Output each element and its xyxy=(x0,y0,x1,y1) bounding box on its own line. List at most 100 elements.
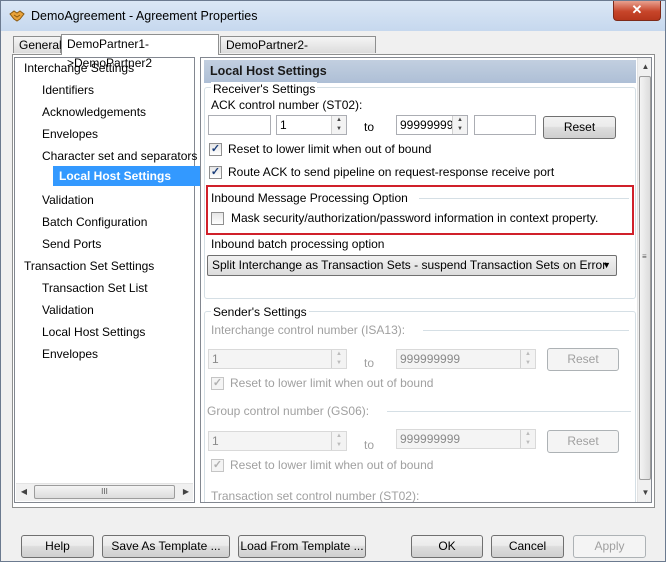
gs-reset-lower-label: Reset to lower limit when out of bound xyxy=(230,458,434,472)
title-bar: DemoAgreement - Agreement Properties ✕ xyxy=(1,1,665,31)
gs-label: Group control number (GS06): xyxy=(207,404,370,418)
isa-reset-button[interactable]: Reset xyxy=(547,348,619,371)
tree-item-ts-envelopes[interactable]: Envelopes xyxy=(42,344,98,364)
scroll-down-icon[interactable]: ▼ xyxy=(641,488,650,498)
spin-up-icon[interactable]: ▲ xyxy=(521,350,535,359)
tree-item-ts-local-host-settings[interactable]: Local Host Settings xyxy=(42,322,145,342)
tab-demopartner2-to-demopartner1[interactable]: DemoPartner2->DemoPartner1 xyxy=(220,36,376,69)
isa-from-value: 1 xyxy=(212,352,219,366)
spin-down-icon[interactable]: ▼ xyxy=(332,359,346,368)
spin-up-icon[interactable]: ▲ xyxy=(521,430,535,439)
reset-lower-limit-label: Reset to lower limit when out of bound xyxy=(228,142,432,156)
load-from-template-button[interactable]: Load From Template ... xyxy=(238,535,366,558)
spin-down-icon[interactable]: ▼ xyxy=(332,125,346,134)
ack-to-stepper[interactable]: 999999999 ▲ ▼ xyxy=(396,115,468,135)
gs-from-stepper[interactable]: 1 ▲ ▼ xyxy=(208,431,347,451)
spin-down-icon[interactable]: ▼ xyxy=(453,125,467,134)
scroll-up-icon[interactable]: ▲ xyxy=(641,62,650,72)
isa-reset-lower-checkbox[interactable]: ✓ xyxy=(211,377,224,390)
ack-from-stepper[interactable]: 1 ▲ ▼ xyxy=(276,115,347,135)
isa-to-label: to xyxy=(364,356,375,370)
isa-from-spin[interactable]: ▲ ▼ xyxy=(331,350,346,368)
gs-reset-button[interactable]: Reset xyxy=(547,430,619,453)
inbound-batch-dropdown[interactable]: Split Interchange as Transaction Sets - … xyxy=(207,255,617,276)
divider xyxy=(423,330,629,331)
st-label: Transaction set control number (ST02): xyxy=(211,489,420,503)
tree-horizontal-scrollbar[interactable]: ◀ III ▶ xyxy=(16,483,193,501)
spin-down-icon[interactable]: ▼ xyxy=(521,439,535,448)
panel-vertical-scrollbar[interactable]: ▲ ≡ ▼ xyxy=(637,58,651,502)
isa-to-value: 999999999 xyxy=(400,352,461,366)
isa-from-stepper[interactable]: 1 ▲ ▼ xyxy=(208,349,347,369)
ack-reset-button[interactable]: Reset xyxy=(543,116,616,139)
scroll-thumb[interactable]: III xyxy=(34,485,175,499)
save-as-template-button[interactable]: Save As Template ... xyxy=(102,535,230,558)
tree-item-local-host-settings-selected[interactable]: Local Host Settings xyxy=(53,166,211,186)
divider xyxy=(419,198,629,199)
isa-reset-lower-label: Reset to lower limit when out of bound xyxy=(230,376,434,390)
panel-header: Local Host Settings xyxy=(204,60,636,83)
ack-to-label: to xyxy=(364,120,375,134)
spin-up-icon[interactable]: ▲ xyxy=(332,116,346,125)
spin-down-icon[interactable]: ▼ xyxy=(521,359,535,368)
mask-security-label: Mask security/authorization/password inf… xyxy=(231,211,599,225)
scroll-thumb[interactable]: ≡ xyxy=(639,76,651,480)
chevron-down-icon: ▼ xyxy=(602,260,611,270)
spin-down-icon[interactable]: ▼ xyxy=(332,441,346,450)
agreement-properties-window: DemoAgreement - Agreement Properties ✕ G… xyxy=(0,0,666,562)
ack-to-spin[interactable]: ▲ ▼ xyxy=(452,116,467,134)
scroll-grip-icon: ≡ xyxy=(642,252,647,261)
tree-item-ts-validation[interactable]: Validation xyxy=(42,300,94,320)
settings-tree: Interchange Settings Identifiers Acknowl… xyxy=(14,57,211,503)
gs-to-label: to xyxy=(364,438,375,452)
senders-settings-title: Sender's Settings xyxy=(211,305,309,319)
spin-up-icon[interactable]: ▲ xyxy=(332,350,346,359)
mask-security-checkbox[interactable] xyxy=(211,212,224,225)
tree-item-batch-configuration[interactable]: Batch Configuration xyxy=(42,212,147,232)
gs-to-spin[interactable]: ▲ ▼ xyxy=(520,430,535,448)
divider xyxy=(387,411,631,412)
spin-up-icon[interactable]: ▲ xyxy=(332,432,346,441)
inbound-batch-selected: Split Interchange as Transaction Sets - … xyxy=(212,258,607,272)
tab-general[interactable]: General xyxy=(13,36,62,53)
tree-item-character-set[interactable]: Character set and separators xyxy=(42,146,197,166)
cancel-button[interactable]: Cancel xyxy=(491,535,564,558)
scroll-right-icon[interactable]: ▶ xyxy=(181,487,191,497)
isa-label: Interchange control number (ISA13): xyxy=(211,323,406,337)
ack-from-spin[interactable]: ▲ ▼ xyxy=(331,116,346,134)
tree-item-envelopes[interactable]: Envelopes xyxy=(42,124,98,144)
apply-button[interactable]: Apply xyxy=(573,535,646,558)
gs-from-value: 1 xyxy=(212,434,219,448)
gs-to-stepper[interactable]: 999999999 ▲ ▼ xyxy=(396,429,536,449)
help-button[interactable]: Help xyxy=(21,535,94,558)
biztalk-agreement-icon xyxy=(9,10,25,22)
scroll-grip-icon: III xyxy=(101,487,108,496)
gs-from-spin[interactable]: ▲ ▼ xyxy=(331,432,346,450)
ack-suffix-input[interactable] xyxy=(474,115,536,135)
close-icon: ✕ xyxy=(631,2,643,17)
reset-lower-limit-checkbox[interactable]: ✓ xyxy=(209,143,222,156)
tree-item-acknowledgements[interactable]: Acknowledgements xyxy=(42,102,146,122)
gs-to-value: 999999999 xyxy=(400,432,461,446)
tree-item-send-ports[interactable]: Send Ports xyxy=(42,234,101,254)
ok-button[interactable]: OK xyxy=(411,535,483,558)
tree-item-transaction-set-list[interactable]: Transaction Set List xyxy=(42,278,148,298)
tree-item-identifiers[interactable]: Identifiers xyxy=(42,80,94,100)
close-button[interactable]: ✕ xyxy=(613,1,661,21)
route-ack-label: Route ACK to send pipeline on request-re… xyxy=(228,165,555,179)
spin-up-icon[interactable]: ▲ xyxy=(453,116,467,125)
isa-to-stepper[interactable]: 999999999 ▲ ▼ xyxy=(396,349,536,369)
ack-prefix-input[interactable] xyxy=(208,115,271,135)
receivers-settings-title: Receiver's Settings xyxy=(211,82,318,96)
window-title: DemoAgreement - Agreement Properties xyxy=(31,9,258,23)
tree-item-transaction-set-settings[interactable]: Transaction Set Settings xyxy=(24,256,154,276)
settings-panel: Local Host Settings Receiver's Settings … xyxy=(200,57,652,503)
tab-demopartner1-to-demopartner2[interactable]: DemoPartner1->DemoPartner2 xyxy=(61,34,219,70)
scroll-left-icon[interactable]: ◀ xyxy=(19,487,29,497)
tree-item-validation[interactable]: Validation xyxy=(42,190,94,210)
inbound-message-title: Inbound Message Processing Option xyxy=(211,191,408,205)
gs-reset-lower-checkbox[interactable]: ✓ xyxy=(211,459,224,472)
isa-to-spin[interactable]: ▲ ▼ xyxy=(520,350,535,368)
route-ack-checkbox[interactable]: ✓ xyxy=(209,166,222,179)
ack-control-number-label: ACK control number (ST02): xyxy=(211,98,363,112)
